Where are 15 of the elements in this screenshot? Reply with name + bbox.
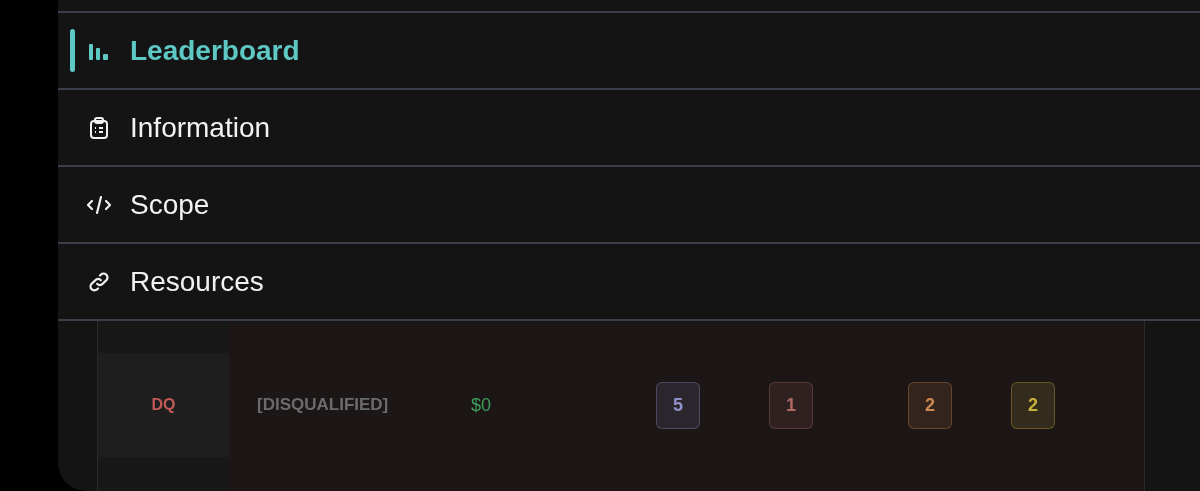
prize-amount: $0 [471, 393, 492, 417]
count-badge: 5 [656, 381, 700, 429]
rank-cell-text: DQ [151, 395, 176, 415]
clipboard-icon [89, 116, 109, 139]
bar-chart-icon [88, 41, 110, 60]
player-name: [DISQUALIFIED] [257, 394, 389, 417]
nav-item[interactable]: Scope [58, 167, 1200, 244]
count-badge: 2 [908, 381, 952, 429]
code-icon [86, 194, 112, 215]
nav-item[interactable]: Information [58, 90, 1200, 167]
count-badge: 2 [1011, 381, 1055, 429]
count-badge: 1 [769, 381, 813, 429]
link-icon [88, 270, 110, 293]
active-indicator [70, 29, 75, 72]
nav-item[interactable]: Leaderboard [58, 13, 1200, 90]
